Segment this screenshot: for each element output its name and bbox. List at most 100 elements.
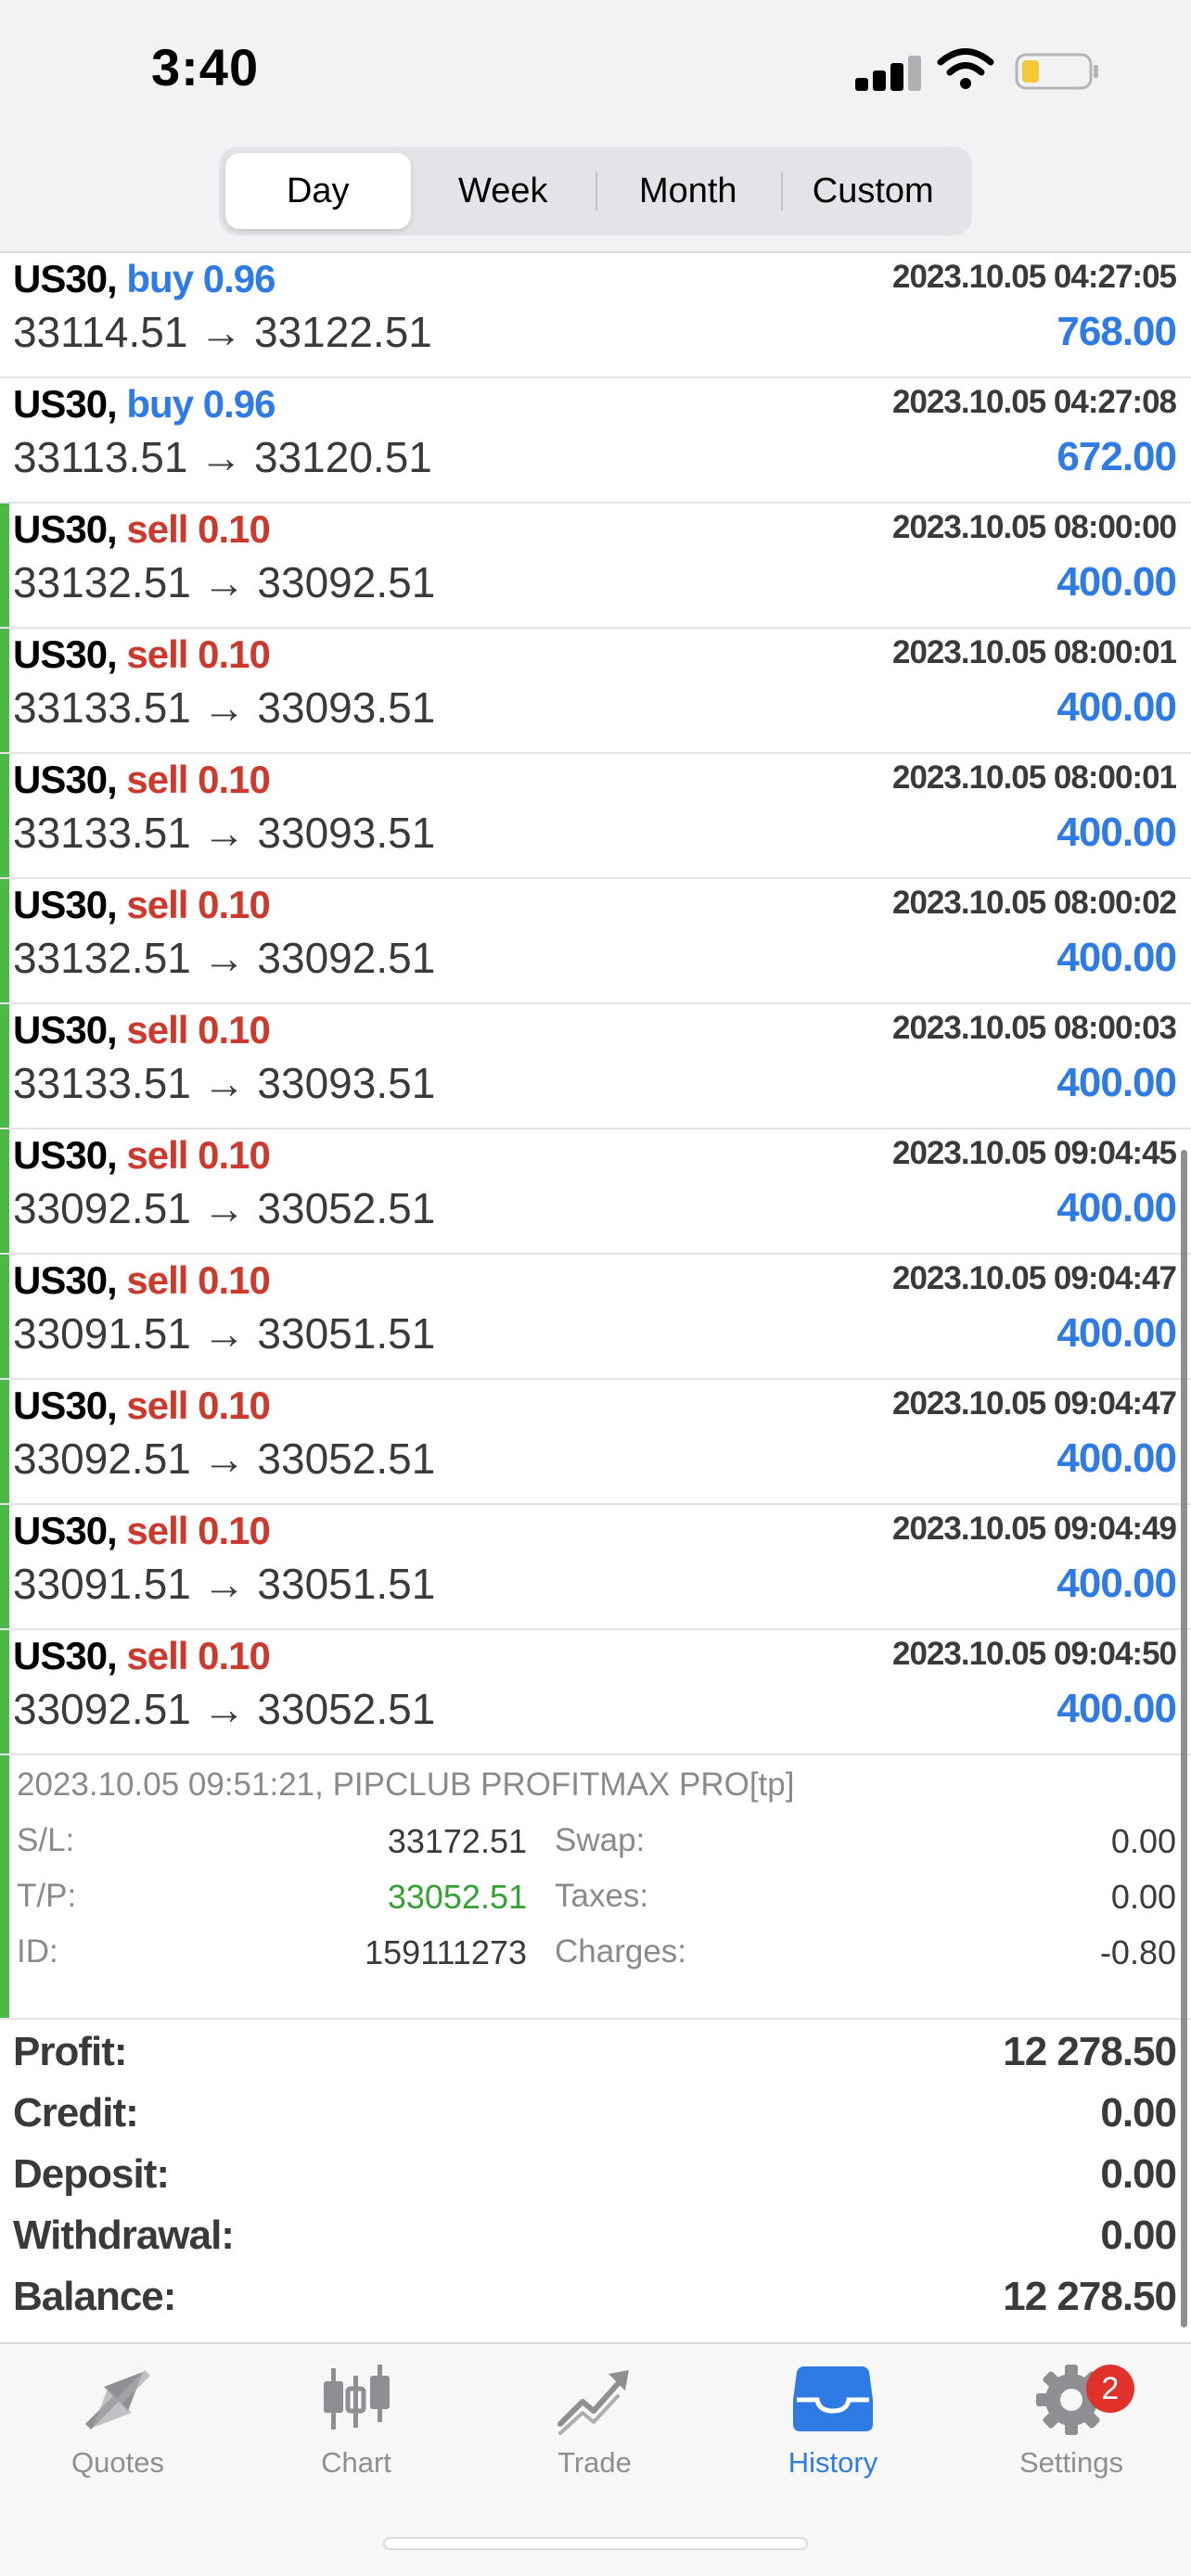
tab-history[interactable]: History xyxy=(740,2363,926,2502)
trade-prices: 33091.51 → 33051.51 xyxy=(13,1309,436,1358)
trade-row[interactable]: US30, sell 0.10 2023.10.05 08:00:02 33132.… xyxy=(0,879,1191,1004)
segment-day[interactable]: Day xyxy=(225,153,411,229)
summary-label: Balance: xyxy=(13,2274,176,2319)
tab-history-label: History xyxy=(788,2446,878,2479)
trade-time: 2023.10.05 09:04:50 xyxy=(892,1636,1177,1672)
trade-prices: 33092.51 → 33052.51 xyxy=(13,1184,436,1232)
battery-icon xyxy=(1015,53,1098,90)
trade-side: sell 0.10 xyxy=(126,1634,270,1677)
trade-symbol: US30, sell 0.10 xyxy=(13,1133,271,1178)
trade-time: 2023.10.05 08:00:01 xyxy=(892,634,1177,670)
trade-row[interactable]: US30, sell 0.10 2023.10.05 08:00:01 33133.… xyxy=(0,754,1191,879)
trade-side: sell 0.10 xyxy=(126,883,270,926)
tab-quotes-label: Quotes xyxy=(71,2446,164,2479)
symbol-name: US30, xyxy=(13,1634,118,1677)
trade-symbol: US30, sell 0.10 xyxy=(13,1008,271,1052)
tab-trade[interactable]: Trade xyxy=(502,2363,687,2502)
trade-side: sell 0.10 xyxy=(126,507,270,551)
summary-label: Credit: xyxy=(13,2090,139,2136)
summary-label: Withdrawal: xyxy=(13,2213,235,2258)
trade-row[interactable]: US30, sell 0.10 2023.10.05 09:04:49 33091.… xyxy=(0,1505,1191,1630)
trade-profit: 768.00 xyxy=(1057,309,1177,354)
trade-row[interactable]: US30, sell 0.10 2023.10.05 08:00:01 33133.… xyxy=(0,629,1191,754)
charges-value: -0.80 xyxy=(1099,1933,1176,1971)
trade-side: sell 0.10 xyxy=(126,1133,270,1177)
status-time: 3:40 xyxy=(151,38,260,96)
trade-side: sell 0.10 xyxy=(126,1384,270,1427)
summary-row: Credit: 0.00 xyxy=(0,2083,1191,2144)
trade-symbol: US30, buy 0.96 xyxy=(13,257,276,301)
trade-time: 2023.10.05 04:27:05 xyxy=(892,259,1177,295)
tab-settings-label: Settings xyxy=(1018,2446,1123,2479)
trade-side: buy 0.96 xyxy=(126,382,275,426)
segment-month[interactable]: Month xyxy=(596,153,781,229)
trade-row[interactable]: US30, sell 0.10 2023.10.05 08:00:03 33133.… xyxy=(0,1004,1191,1129)
trade-row[interactable]: US30, sell 0.10 2023.10.05 08:00:00 33132.… xyxy=(0,504,1191,629)
trade-row[interactable]: US30, buy 0.96 2023.10.05 04:27:08 33113.5… xyxy=(0,378,1191,504)
symbol-name: US30, xyxy=(13,1258,118,1302)
swap-value: 0.00 xyxy=(1110,1822,1176,1860)
trade-symbol: US30, sell 0.10 xyxy=(13,1384,271,1428)
sl-value: 33172.51 xyxy=(387,1822,527,1860)
tp-value: 33052.51 xyxy=(387,1878,527,1916)
home-indicator xyxy=(383,2537,808,2550)
tab-settings[interactable]: 2 Settings xyxy=(979,2363,1164,2502)
period-header: Day Week Month Custom xyxy=(0,139,1191,253)
account-summary: Profit: 12 278.50 Credit: 0.00 Deposit: 0.00 W… xyxy=(0,2021,1191,2327)
trade-profit: 400.00 xyxy=(1057,684,1177,730)
trade-row[interactable]: US30, buy 0.96 2023.10.05 04:27:05 33114.5… xyxy=(0,253,1191,378)
summary-label: Profit: xyxy=(13,2029,128,2074)
history-list[interactable]: US30, buy 0.96 2023.10.05 04:27:05 33114.5… xyxy=(0,253,1191,2020)
trade-profit: 400.00 xyxy=(1057,559,1177,605)
trade-row[interactable]: US30, sell 0.10 2023.10.05 09:04:47 33092.… xyxy=(0,1380,1191,1505)
trade-symbol: US30, buy 0.96 xyxy=(13,382,276,427)
taxes-label: Taxes: xyxy=(555,1878,649,1914)
symbol-name: US30, xyxy=(13,1384,118,1427)
summary-value: 12 278.50 xyxy=(1003,2029,1177,2074)
trade-prices: 33113.51 → 33120.51 xyxy=(13,433,432,481)
tab-trade-label: Trade xyxy=(557,2446,632,2479)
segment-custom[interactable]: Custom xyxy=(780,153,967,229)
trade-prices: 33092.51 → 33052.51 xyxy=(13,1435,436,1483)
trade-symbol: US30, sell 0.10 xyxy=(13,758,271,802)
trade-profit: 400.00 xyxy=(1057,1060,1177,1105)
trade-prices: 33132.51 → 33092.51 xyxy=(13,558,436,606)
taxes-value: 0.00 xyxy=(1110,1878,1176,1916)
trade-time: 2023.10.05 08:00:00 xyxy=(892,509,1177,545)
tab-chart[interactable]: Chart xyxy=(263,2363,449,2502)
tab-quotes[interactable]: Quotes xyxy=(25,2363,211,2502)
symbol-name: US30, xyxy=(13,257,118,300)
symbol-name: US30, xyxy=(13,1509,118,1552)
id-value: 159111273 xyxy=(365,1933,527,1971)
trade-profit: 400.00 xyxy=(1057,810,1177,855)
symbol-name: US30, xyxy=(13,758,118,801)
trade-time: 2023.10.05 09:04:47 xyxy=(892,1385,1177,1422)
trade-side: sell 0.10 xyxy=(126,1008,270,1052)
trade-prices: 33133.51 → 33093.51 xyxy=(13,683,436,732)
trade-details: 2023.10.05 09:51:21, PIPCLUB PROFITMAX P… xyxy=(0,1755,1191,2020)
summary-value: 0.00 xyxy=(1100,2213,1177,2258)
quotes-icon xyxy=(85,2370,150,2429)
scrollbar[interactable] xyxy=(1181,1150,1187,2327)
trade-row[interactable]: US30, sell 0.10 2023.10.05 09:04:47 33091.… xyxy=(0,1255,1191,1380)
trade-profit: 400.00 xyxy=(1057,1561,1177,1606)
symbol-name: US30, xyxy=(13,1008,118,1052)
tab-chart-label: Chart xyxy=(321,2446,391,2479)
symbol-name: US30, xyxy=(13,883,118,926)
id-label: ID: xyxy=(17,1933,58,1970)
sl-label: S/L: xyxy=(17,1822,75,1858)
trade-prices: 33091.51 → 33051.51 xyxy=(13,1560,436,1608)
trade-prices: 33133.51 → 33093.51 xyxy=(13,809,436,857)
wifi-icon xyxy=(937,48,994,89)
trade-side: sell 0.10 xyxy=(126,1258,270,1302)
summary-value: 0.00 xyxy=(1100,2151,1177,2197)
trade-row[interactable]: US30, sell 0.10 2023.10.05 09:04:50 33092.… xyxy=(0,1630,1191,1755)
trade-symbol: US30, sell 0.10 xyxy=(13,883,271,927)
trade-row[interactable]: US30, sell 0.10 2023.10.05 09:04:45 33092.… xyxy=(0,1129,1191,1255)
symbol-name: US30, xyxy=(13,382,118,426)
trade-time: 2023.10.05 08:00:02 xyxy=(892,885,1177,921)
segment-week[interactable]: Week xyxy=(411,153,596,229)
trade-time: 2023.10.05 08:00:03 xyxy=(892,1010,1177,1046)
trade-comment: 2023.10.05 09:51:21, PIPCLUB PROFITMAX P… xyxy=(17,1766,795,1803)
trade-profit: 400.00 xyxy=(1057,1185,1177,1231)
